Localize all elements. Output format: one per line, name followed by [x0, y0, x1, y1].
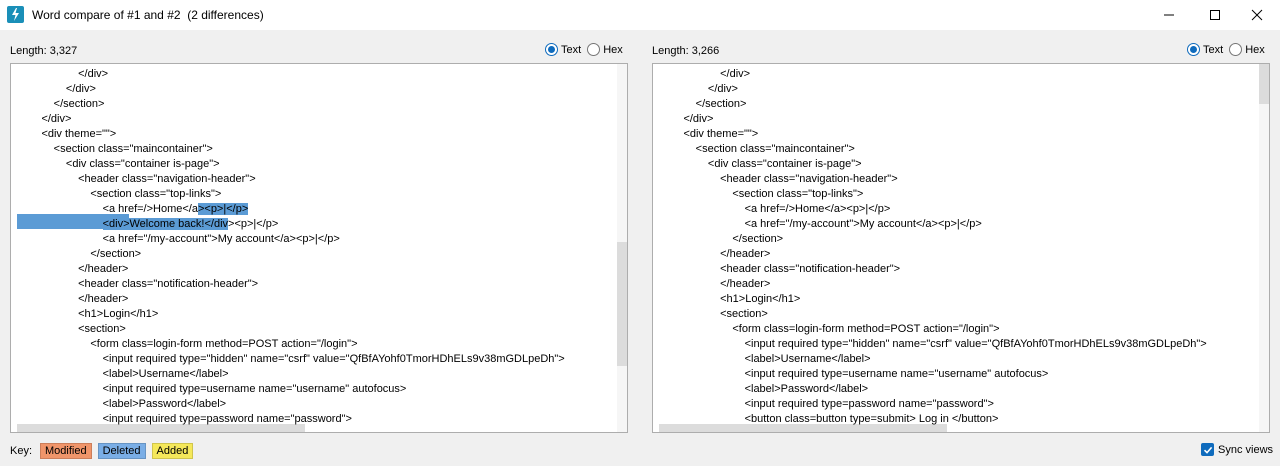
code-line: <a href=/>Home</a><p>|</p>	[17, 202, 249, 217]
code-line: </section>	[17, 98, 105, 110]
left-vertical-scroll-thumb[interactable]	[617, 242, 627, 366]
code-line: </section>	[17, 248, 142, 260]
code-line: </header>	[659, 248, 771, 260]
code-line: <input required type="hidden" name="csrf…	[17, 353, 565, 365]
maximize-icon	[1210, 10, 1220, 20]
code-line: <a href=/>Home</a><p>|</p>	[659, 203, 891, 215]
added-badge: Added	[151, 443, 194, 459]
modified-badge: Modified	[40, 443, 92, 459]
code-line: <label>Username</label>	[17, 368, 229, 380]
left-hex-label[interactable]: Hex	[603, 44, 623, 56]
code-line: </section>	[659, 98, 747, 110]
code-line: <a href="/my-account">My account</a><p>|…	[659, 218, 982, 230]
code-line: <div theme="">	[659, 128, 759, 140]
left-text-radio[interactable]	[545, 43, 558, 56]
code-line: <section class="top-links">	[17, 188, 222, 200]
deleted-badge: Deleted	[97, 443, 146, 459]
left-vertical-scrollbar[interactable]	[617, 64, 627, 432]
code-line: <header class="notification-header">	[17, 278, 259, 290]
compare-app-icon	[7, 6, 24, 23]
code-line: <section class="maincontainer">	[659, 143, 855, 155]
code-line: </div>	[659, 68, 751, 80]
right-hex-label[interactable]: Hex	[1245, 44, 1265, 56]
minimize-button[interactable]	[1146, 0, 1192, 30]
code-line: <input required type="hidden" name="csrf…	[659, 338, 1207, 350]
deleted-text: ><p>|</p>	[197, 203, 249, 215]
sync-views-label[interactable]: Sync views	[1218, 444, 1273, 456]
code-line: </div>	[659, 113, 714, 125]
title-bar: Word compare of #1 and #2 (2 differences…	[0, 0, 1280, 30]
right-hex-radio[interactable]	[1229, 43, 1243, 56]
code-line: <div theme="">	[17, 128, 117, 140]
code-line: <form class=login-form method=POST actio…	[659, 323, 1000, 335]
window-title: Word compare of #1 and #2 (2 differences…	[32, 8, 264, 22]
code-line: <header class="navigation-header">	[659, 173, 898, 185]
key-label: Key:	[10, 445, 33, 457]
code-line: <a href="/my-account">My account</a><p>|…	[17, 233, 340, 245]
code-line: <h1>Login</h1>	[659, 293, 801, 305]
close-icon	[1251, 9, 1263, 21]
code-text: ><p>|</p>	[228, 218, 279, 230]
left-text-pane[interactable]: </div> </div> </section> </div> <div the…	[10, 63, 628, 433]
code-line: <form class=login-form method=POST actio…	[17, 338, 358, 350]
code-line: </header>	[659, 278, 771, 290]
left-text-label[interactable]: Text	[561, 44, 581, 56]
code-line: <header class="notification-header">	[659, 263, 901, 275]
code-line: </div>	[659, 83, 738, 95]
code-line: <section class="top-links">	[659, 188, 864, 200]
code-line: <label>Password</label>	[659, 383, 869, 395]
right-text-label[interactable]: Text	[1203, 44, 1223, 56]
code-line: <section>	[17, 323, 126, 335]
right-text-radio[interactable]	[1187, 43, 1200, 56]
legend: Key: Modified Deleted Added	[10, 443, 199, 459]
left-view-mode: Text Hex	[545, 43, 627, 56]
code-line: </div>	[17, 83, 96, 95]
right-view-mode: Text Hex	[1187, 43, 1269, 56]
code-line: <button class=button type=submit> Log in…	[659, 413, 999, 425]
code-line: <div class="container is-page">	[17, 158, 220, 170]
right-vertical-scrollbar[interactable]	[1259, 64, 1269, 432]
code-line: <h1>Login</h1>	[17, 308, 159, 320]
minimize-icon	[1164, 14, 1174, 16]
code-line: <input required type=username name="user…	[17, 383, 407, 395]
code-line: <input required type=username name="user…	[659, 368, 1049, 380]
code-line: <div class="container is-page">	[659, 158, 862, 170]
code-line: <label>Username</label>	[659, 353, 871, 365]
code-line: <label>Password</label>	[17, 398, 227, 410]
code-line: <div>Welcome back!</div><p>|</p>	[17, 217, 278, 232]
code-text: <a href=/>Home</a	[17, 203, 198, 215]
code-line: <input required type=password name="pass…	[17, 413, 352, 425]
right-length-label: Length: 3,266	[652, 45, 720, 57]
right-vertical-scroll-thumb[interactable]	[1259, 64, 1269, 104]
code-line: </header>	[17, 293, 129, 305]
maximize-button[interactable]	[1192, 0, 1238, 30]
left-length-label: Length: 3,327	[10, 45, 78, 57]
close-button[interactable]	[1234, 0, 1280, 30]
code-line: </div>	[17, 113, 72, 125]
code-line: </header>	[17, 263, 129, 275]
sync-views-toggle[interactable]: Sync views	[1201, 443, 1273, 456]
code-line: <section class="maincontainer">	[17, 143, 213, 155]
left-hex-radio[interactable]	[587, 43, 601, 56]
sync-views-checkbox[interactable]	[1201, 443, 1214, 456]
code-line: </div>	[17, 68, 109, 80]
code-line: <section>	[659, 308, 768, 320]
code-line: <input required type=password name="pass…	[659, 398, 994, 410]
deleted-text: <div>Welcome back!</div	[102, 218, 229, 230]
code-line: </section>	[659, 233, 784, 245]
right-text-pane[interactable]: </div> </div> </section> </div> <div the…	[652, 63, 1270, 433]
checkmark-icon	[1203, 446, 1212, 454]
code-line: <header class="navigation-header">	[17, 173, 256, 185]
